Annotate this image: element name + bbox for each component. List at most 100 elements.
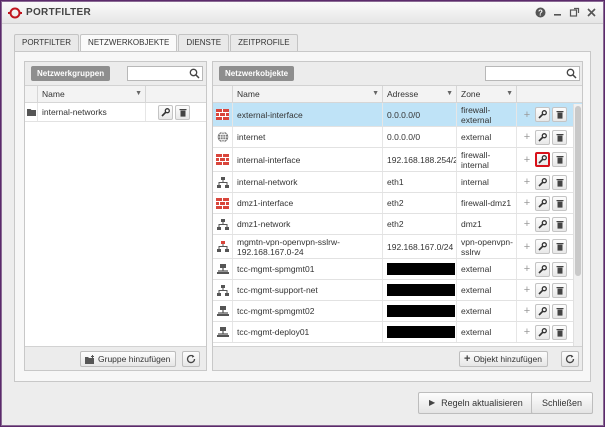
objects-table-header: Name ▼ Adresse ▼ Zone ▼ bbox=[213, 86, 582, 103]
chevron-down-icon[interactable]: ▼ bbox=[372, 86, 379, 102]
object-name: tcc-mgmt-spmgmt02 bbox=[233, 301, 383, 321]
chevron-down-icon[interactable]: ▼ bbox=[135, 86, 142, 102]
add-to-group-icon[interactable]: + bbox=[521, 131, 533, 143]
object-name-text: dmz1-interface bbox=[237, 198, 294, 208]
tab-netzwerkobjekte[interactable]: NETZWERKOBJEKTE bbox=[80, 34, 178, 52]
object-name: dmz1-interface bbox=[233, 193, 383, 213]
object-row[interactable]: external-interface 0.0.0.0/0 firewall-exte… bbox=[213, 103, 582, 127]
add-to-group-icon[interactable]: + bbox=[521, 218, 533, 230]
delete-trash-icon[interactable] bbox=[552, 129, 567, 145]
add-to-group-icon[interactable]: + bbox=[521, 176, 533, 188]
object-row[interactable]: internal-network eth1 internal + bbox=[213, 172, 582, 193]
edit-wrench-icon[interactable] bbox=[535, 303, 550, 319]
search-icon[interactable] bbox=[189, 68, 200, 79]
delete-trash-icon[interactable] bbox=[552, 261, 567, 277]
objects-panel-header: Netzwerkobjekte bbox=[213, 62, 582, 86]
minimize-icon[interactable] bbox=[552, 7, 563, 18]
edit-wrench-icon[interactable] bbox=[535, 107, 550, 122]
delete-trash-icon[interactable] bbox=[175, 104, 190, 120]
add-to-group-icon[interactable]: + bbox=[521, 263, 533, 275]
object-row[interactable]: dmz1-interface eth2 firewall-dmz1 + bbox=[213, 193, 582, 214]
groups-search-input[interactable] bbox=[127, 66, 203, 81]
chevron-down-icon[interactable]: ▼ bbox=[506, 86, 513, 102]
restore-icon[interactable] bbox=[569, 7, 580, 18]
tab-dienste[interactable]: DIENSTE bbox=[178, 34, 230, 51]
delete-trash-icon[interactable] bbox=[552, 107, 567, 122]
vpn-network-icon bbox=[213, 235, 233, 258]
help-icon[interactable]: ? bbox=[535, 7, 546, 18]
folder-icon bbox=[25, 103, 38, 121]
object-address: 0.0.0.0/0 bbox=[383, 103, 457, 126]
object-zone: firewall-external bbox=[457, 103, 517, 126]
edit-wrench-icon[interactable] bbox=[535, 216, 550, 232]
object-row[interactable]: tcc-mgmt-support-net external + bbox=[213, 280, 582, 301]
object-zone: firewall-internal bbox=[457, 148, 517, 171]
edit-wrench-icon[interactable] bbox=[535, 152, 550, 167]
add-to-group-icon[interactable]: + bbox=[521, 241, 533, 253]
title-bar[interactable]: PORTFILTER ? bbox=[2, 2, 603, 24]
delete-trash-icon[interactable] bbox=[552, 282, 567, 298]
edit-wrench-icon[interactable] bbox=[535, 195, 550, 211]
column-header-address[interactable]: Adresse ▼ bbox=[383, 86, 457, 102]
window-title: PORTFILTER bbox=[26, 7, 92, 18]
edit-wrench-icon[interactable] bbox=[535, 239, 550, 254]
objects-search-input[interactable] bbox=[485, 66, 580, 81]
object-row[interactable]: internal-interface 192.168.188.254/24 fire… bbox=[213, 148, 582, 172]
delete-trash-icon[interactable] bbox=[552, 195, 567, 211]
edit-wrench-icon[interactable] bbox=[535, 261, 550, 277]
object-row[interactable]: mgmtn-vpn-openvpn-sslrw-192.168.167.0-24… bbox=[213, 235, 582, 259]
portfilter-window: PORTFILTER ? PORTFILTER NETZWERKOBJEKTE … bbox=[1, 1, 604, 426]
groups-panel: Netzwerkgruppen Name ▼ internal-networks bbox=[24, 61, 207, 371]
edit-wrench-icon[interactable] bbox=[535, 282, 550, 298]
close-icon[interactable] bbox=[586, 7, 597, 18]
objects-refresh-button[interactable] bbox=[561, 351, 579, 367]
close-label: Schließen bbox=[542, 398, 583, 408]
add-to-group-icon[interactable]: + bbox=[521, 154, 533, 166]
edit-wrench-icon[interactable] bbox=[158, 104, 173, 120]
delete-trash-icon[interactable] bbox=[552, 152, 567, 167]
edit-wrench-icon[interactable] bbox=[535, 129, 550, 145]
edit-wrench-icon[interactable] bbox=[535, 324, 550, 340]
search-icon[interactable] bbox=[566, 68, 577, 79]
object-row[interactable]: tcc-mgmt-spmgmt02 external + bbox=[213, 301, 582, 322]
add-to-group-icon[interactable]: + bbox=[521, 326, 533, 338]
apply-rules-button[interactable]: ▶ Regeln aktualisieren bbox=[418, 392, 534, 414]
column-header-name[interactable]: Name ▼ bbox=[38, 86, 146, 102]
object-name: tcc-mgmt-support-net bbox=[233, 280, 383, 300]
edit-wrench-icon[interactable] bbox=[535, 174, 550, 190]
add-to-group-icon[interactable]: + bbox=[521, 197, 533, 209]
objects-panel-title: Netzwerkobjekte bbox=[219, 66, 295, 81]
chevron-down-icon[interactable]: ▼ bbox=[446, 86, 453, 102]
add-group-button[interactable]: Gruppe hinzufügen bbox=[80, 351, 177, 367]
delete-trash-icon[interactable] bbox=[552, 174, 567, 190]
delete-trash-icon[interactable] bbox=[552, 324, 567, 340]
object-name: external-interface bbox=[233, 103, 383, 126]
add-object-button[interactable]: + Objekt hinzufügen bbox=[459, 351, 548, 367]
group-row[interactable]: internal-networks bbox=[25, 103, 206, 122]
refresh-icon bbox=[186, 354, 196, 364]
objects-scrollbar[interactable] bbox=[573, 104, 582, 347]
tab-content: Netzwerkgruppen Name ▼ internal-networks bbox=[14, 51, 591, 382]
groups-refresh-button[interactable] bbox=[182, 351, 200, 367]
delete-trash-icon[interactable] bbox=[552, 239, 567, 254]
scrollbar-thumb[interactable] bbox=[575, 106, 581, 276]
app-logo-icon bbox=[8, 7, 22, 19]
network-icon bbox=[213, 280, 233, 300]
add-to-group-icon[interactable]: + bbox=[521, 109, 533, 121]
column-header-name[interactable]: Name ▼ bbox=[233, 86, 383, 102]
add-to-group-icon[interactable]: + bbox=[521, 284, 533, 296]
column-header-zone[interactable]: Zone ▼ bbox=[457, 86, 517, 102]
close-button[interactable]: Schließen bbox=[531, 392, 594, 414]
add-to-group-icon[interactable]: + bbox=[521, 305, 533, 317]
object-row[interactable]: tcc-mgmt-spmgmt01 external + bbox=[213, 259, 582, 280]
tab-zeitprofile[interactable]: ZEITPROFILE bbox=[230, 34, 298, 51]
object-zone-text: external bbox=[461, 285, 492, 295]
object-row[interactable]: internet 0.0.0.0/0 external + bbox=[213, 127, 582, 148]
object-row[interactable]: dmz1-network eth2 dmz1 + bbox=[213, 214, 582, 235]
delete-trash-icon[interactable] bbox=[552, 303, 567, 319]
delete-trash-icon[interactable] bbox=[552, 216, 567, 232]
tab-portfilter[interactable]: PORTFILTER bbox=[14, 34, 80, 51]
object-zone: external bbox=[457, 280, 517, 300]
column-header-name-label: Name bbox=[42, 89, 65, 99]
object-row[interactable]: tcc-mgmt-deploy01 external + bbox=[213, 322, 582, 343]
